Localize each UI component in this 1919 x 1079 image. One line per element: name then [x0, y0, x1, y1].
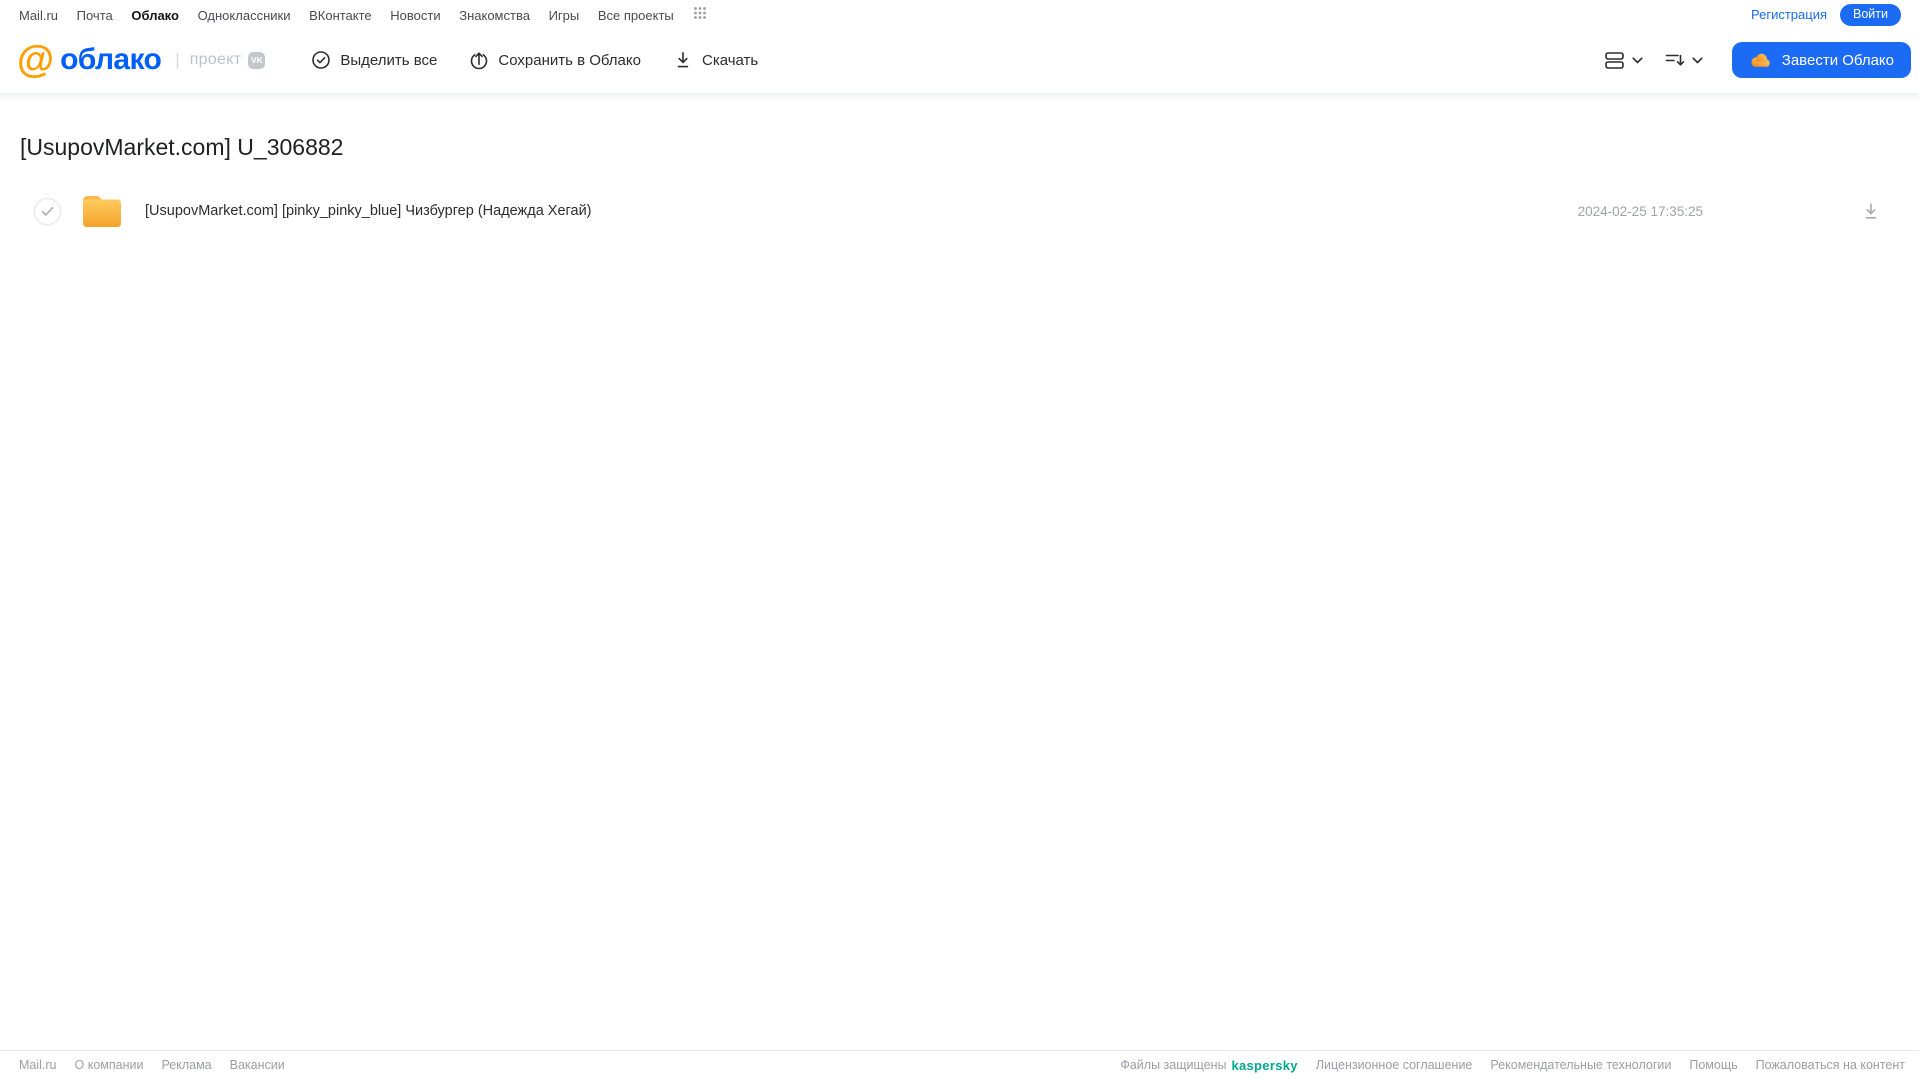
footer-link-license[interactable]: Лицензионное соглашение	[1316, 1058, 1473, 1072]
share-toolbar: Выделить все Сохранить в Облако Скачать	[311, 50, 758, 70]
select-all-button[interactable]: Выделить все	[311, 50, 437, 70]
header-shadow	[0, 93, 1919, 101]
kaspersky-logo[interactable]: kaspersky	[1231, 1058, 1297, 1073]
vk-project-label: проект	[189, 51, 242, 68]
footer-left-links: Mail.ru О компании Реклама Вакансии	[19, 1058, 285, 1072]
cloud-public-page: Mail.ru Почта Облако Одноклассники ВКонт…	[0, 0, 1919, 1079]
protected-label: Файлы защищены	[1120, 1058, 1227, 1072]
select-all-label: Выделить все	[340, 51, 438, 69]
footer-link-ads[interactable]: Реклама	[161, 1058, 211, 1072]
download-all-button[interactable]: Скачать	[673, 50, 758, 70]
chevron-down-icon	[1632, 56, 1643, 64]
download-all-label: Скачать	[701, 51, 759, 69]
file-name-link[interactable]: [UsupovMarket.com] [pinky_pinky_blue] Чи…	[145, 203, 592, 219]
footer-link-recommendation-tech[interactable]: Рекомендательные технологии	[1490, 1058, 1671, 1072]
view-mode-button[interactable]	[1600, 50, 1647, 70]
footer-right-links: Файлы защищены kaspersky Лицензионное со…	[1120, 1058, 1905, 1073]
file-date: 2024-02-25 17:35:25	[1577, 203, 1703, 219]
file-row[interactable]: [UsupovMarket.com] [pinky_pinky_blue] Чи…	[20, 190, 1899, 232]
sort-icon	[1664, 50, 1686, 70]
kaspersky-protection: Файлы защищены kaspersky	[1120, 1058, 1297, 1073]
header-controls: Завести Облако	[1600, 42, 1911, 78]
portal-link-mail[interactable]: Почта	[77, 8, 113, 23]
get-cloud-button[interactable]: Завести Облако	[1731, 42, 1911, 78]
apps-grid-icon[interactable]	[693, 6, 707, 20]
logo-divider: |	[175, 50, 180, 69]
footer-link-report-content[interactable]: Пожаловаться на контент	[1756, 1058, 1905, 1072]
portal-link-mailru[interactable]: Mail.ru	[19, 8, 58, 23]
list-view-icon	[1604, 50, 1626, 70]
portal-link-dating[interactable]: Знакомства	[459, 8, 530, 23]
get-cloud-label: Завести Облако	[1781, 51, 1894, 69]
portal-link-games[interactable]: Игры	[549, 8, 580, 23]
cloud-logo-text: облако	[60, 43, 162, 76]
folder-icon	[80, 193, 124, 229]
footer-link-about[interactable]: О компании	[75, 1058, 144, 1072]
footer-link-mailru[interactable]: Mail.ru	[19, 1058, 57, 1072]
footer-link-jobs[interactable]: Вакансии	[230, 1058, 285, 1072]
portal-link-cloud[interactable]: Облако	[131, 8, 179, 23]
chevron-down-icon	[1692, 56, 1703, 64]
portal-link-vkontakte[interactable]: ВКонтакте	[309, 8, 372, 23]
share-content: [UsupovMarket.com] U_306882 [UsupovMarke…	[0, 101, 1919, 1050]
portal-link-all-projects[interactable]: Все проекты	[598, 8, 674, 23]
cloud-upload-icon	[469, 50, 489, 70]
mailru-at-icon: @	[17, 39, 55, 81]
file-checkbox[interactable]	[34, 197, 61, 225]
login-button[interactable]: Войти	[1840, 3, 1901, 26]
cloud-header: @ облако | проект VK Выделить все Сохран…	[0, 27, 1919, 93]
register-link[interactable]: Регистрация	[1751, 7, 1827, 22]
cloud-icon	[1749, 52, 1772, 69]
portal-link-news[interactable]: Новости	[390, 8, 440, 23]
portal-link-odnoklassniki[interactable]: Одноклассники	[198, 8, 291, 23]
topbar-auth: Регистрация Войти	[1751, 3, 1901, 26]
sort-button[interactable]	[1660, 50, 1707, 70]
footer: Mail.ru О компании Реклама Вакансии Файл…	[0, 1050, 1919, 1079]
save-to-cloud-label: Сохранить в Облако	[498, 51, 641, 69]
file-download-icon[interactable]	[1861, 201, 1881, 221]
vk-logo-icon: VK	[248, 51, 266, 69]
save-to-cloud-button[interactable]: Сохранить в Облако	[469, 50, 641, 70]
topbar: Mail.ru Почта Облако Одноклассники ВКонт…	[0, 0, 1919, 27]
footer-link-help[interactable]: Помощь	[1689, 1058, 1737, 1072]
download-icon	[673, 50, 693, 70]
page-title: [UsupovMarket.com] U_306882	[20, 134, 344, 160]
portal-nav: Mail.ru Почта Облако Одноклассники ВКонт…	[19, 6, 707, 23]
check-circle-icon	[311, 50, 331, 70]
cloud-logo[interactable]: @ облако | проект VK	[17, 39, 266, 81]
